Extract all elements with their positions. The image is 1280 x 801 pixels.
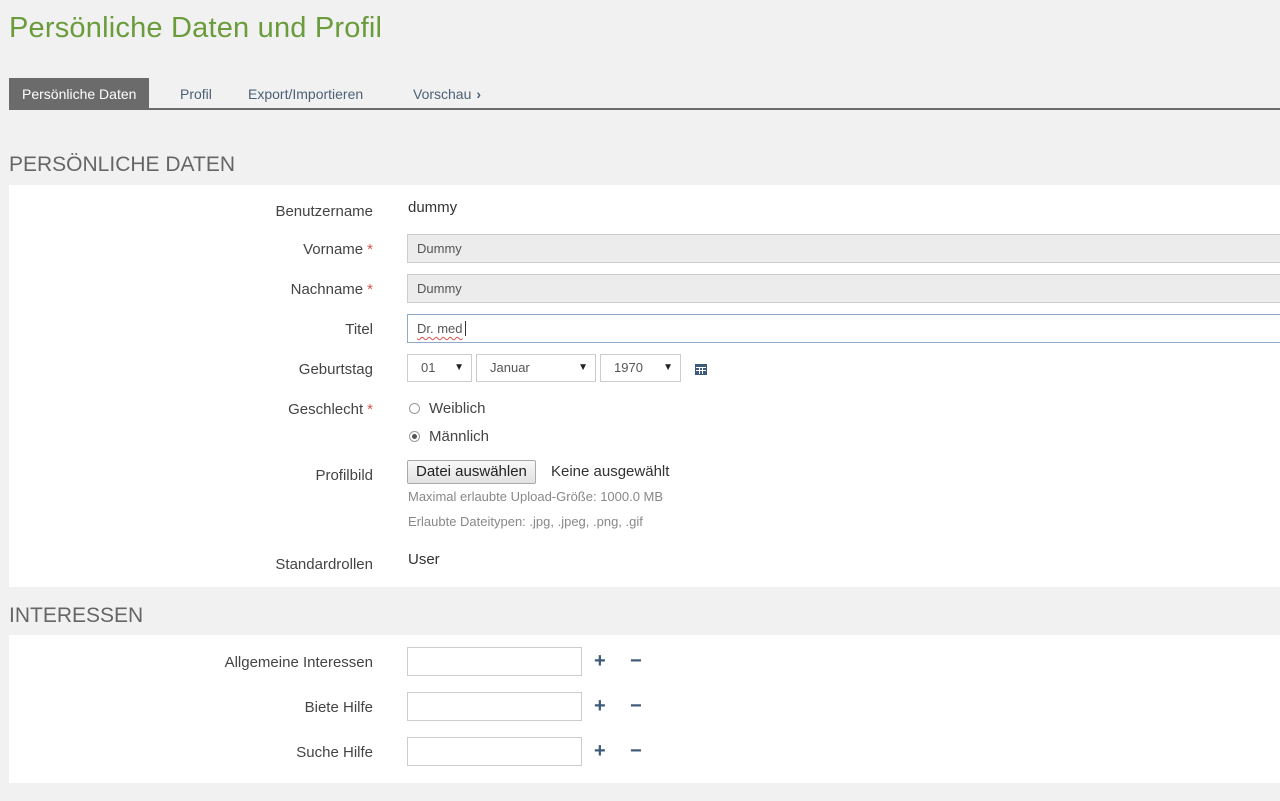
roles-value: User: [408, 551, 440, 568]
interests-panel: Allgemeine Interessen + − Biete Hilfe + …: [9, 635, 1280, 783]
required-marker: *: [367, 401, 373, 418]
lastname-label-text: Nachname: [290, 281, 364, 298]
add-general-interest-button[interactable]: +: [594, 651, 606, 671]
birthday-day-select[interactable]: 01 ▼: [407, 354, 472, 382]
caret-down-icon: ▼: [454, 362, 464, 373]
offer-help-label: Biete Hilfe: [304, 699, 373, 716]
tab-vorschau-label: Vorschau: [413, 86, 472, 102]
add-seek-help-button[interactable]: +: [594, 741, 606, 761]
page-title: Persönliche Daten und Profil: [9, 12, 383, 44]
title-label: Titel: [345, 321, 373, 338]
gender-option-male[interactable]: Männlich: [409, 428, 489, 445]
radio-male[interactable]: [409, 431, 420, 442]
radio-female[interactable]: [409, 403, 420, 414]
firstname-label: Vorname *: [303, 241, 373, 258]
text-cursor-icon: [464, 321, 466, 337]
required-marker: *: [367, 281, 373, 298]
birthday-month-value: Januar: [490, 360, 530, 375]
general-interests-label: Allgemeine Interessen: [224, 654, 373, 671]
lastname-field[interactable]: Dummy: [407, 274, 1280, 303]
username-label: Benutzername: [275, 203, 373, 220]
allowed-types-hint: Erlaubte Dateitypen: .jpg, .jpeg, .png, …: [408, 514, 643, 529]
username-value: dummy: [408, 199, 458, 216]
firstname-label-text: Vorname: [303, 241, 364, 258]
section-heading-personal: PERSÖNLICHE DATEN: [9, 153, 235, 176]
caret-down-icon: ▼: [663, 362, 673, 373]
birthday-year-select[interactable]: 1970 ▼: [600, 354, 681, 382]
gender-female-label: Weiblich: [429, 400, 486, 417]
tab-bar: Persönliche Daten Profil Export/Importie…: [9, 78, 1280, 110]
firstname-field[interactable]: Dummy: [407, 234, 1280, 263]
add-offer-help-button[interactable]: +: [594, 696, 606, 716]
calendar-icon[interactable]: [695, 363, 707, 375]
seek-help-input[interactable]: [407, 737, 582, 766]
file-status: Keine ausgewählt: [551, 463, 670, 480]
gender-male-label: Männlich: [429, 428, 490, 445]
remove-offer-help-button[interactable]: −: [630, 696, 642, 716]
tab-export-importieren[interactable]: Export/Importieren: [248, 78, 363, 108]
birthday-year-value: 1970: [614, 360, 643, 375]
birthday-day-value: 01: [421, 360, 436, 375]
remove-seek-help-button[interactable]: −: [630, 741, 642, 761]
required-marker: *: [367, 241, 373, 258]
title-field[interactable]: Dr. med: [407, 314, 1280, 343]
gender-option-female[interactable]: Weiblich: [409, 400, 485, 417]
upload-max-hint: Maximal erlaubte Upload-Größe: 1000.0 MB: [408, 489, 664, 504]
caret-down-icon: ▼: [578, 362, 588, 373]
personal-data-panel: Benutzername dummy Vorname * Dummy Nachna…: [9, 185, 1280, 587]
roles-label: Standardrollen: [275, 556, 373, 573]
tab-profil[interactable]: Profil: [180, 78, 212, 108]
birthday-month-select[interactable]: Januar ▼: [476, 354, 596, 382]
gender-label-text: Geschlecht: [288, 401, 364, 418]
chevron-right-icon: ›: [476, 86, 482, 102]
choose-file-button[interactable]: Datei auswählen: [407, 460, 536, 484]
offer-help-input[interactable]: [407, 692, 582, 721]
seek-help-label: Suche Hilfe: [296, 744, 373, 761]
title-field-value: Dr. med: [417, 321, 463, 336]
tab-persoenliche-daten[interactable]: Persönliche Daten: [9, 78, 150, 108]
profile-picture-label: Profilbild: [315, 467, 373, 484]
birthday-label: Geburtstag: [298, 361, 373, 378]
general-interests-input[interactable]: [407, 647, 582, 676]
section-heading-interests: INTERESSEN: [9, 604, 144, 627]
tab-vorschau[interactable]: Vorschau ›: [413, 78, 481, 108]
remove-general-interest-button[interactable]: −: [630, 651, 642, 671]
gender-label: Geschlecht *: [288, 401, 373, 418]
lastname-label: Nachname *: [291, 281, 373, 298]
